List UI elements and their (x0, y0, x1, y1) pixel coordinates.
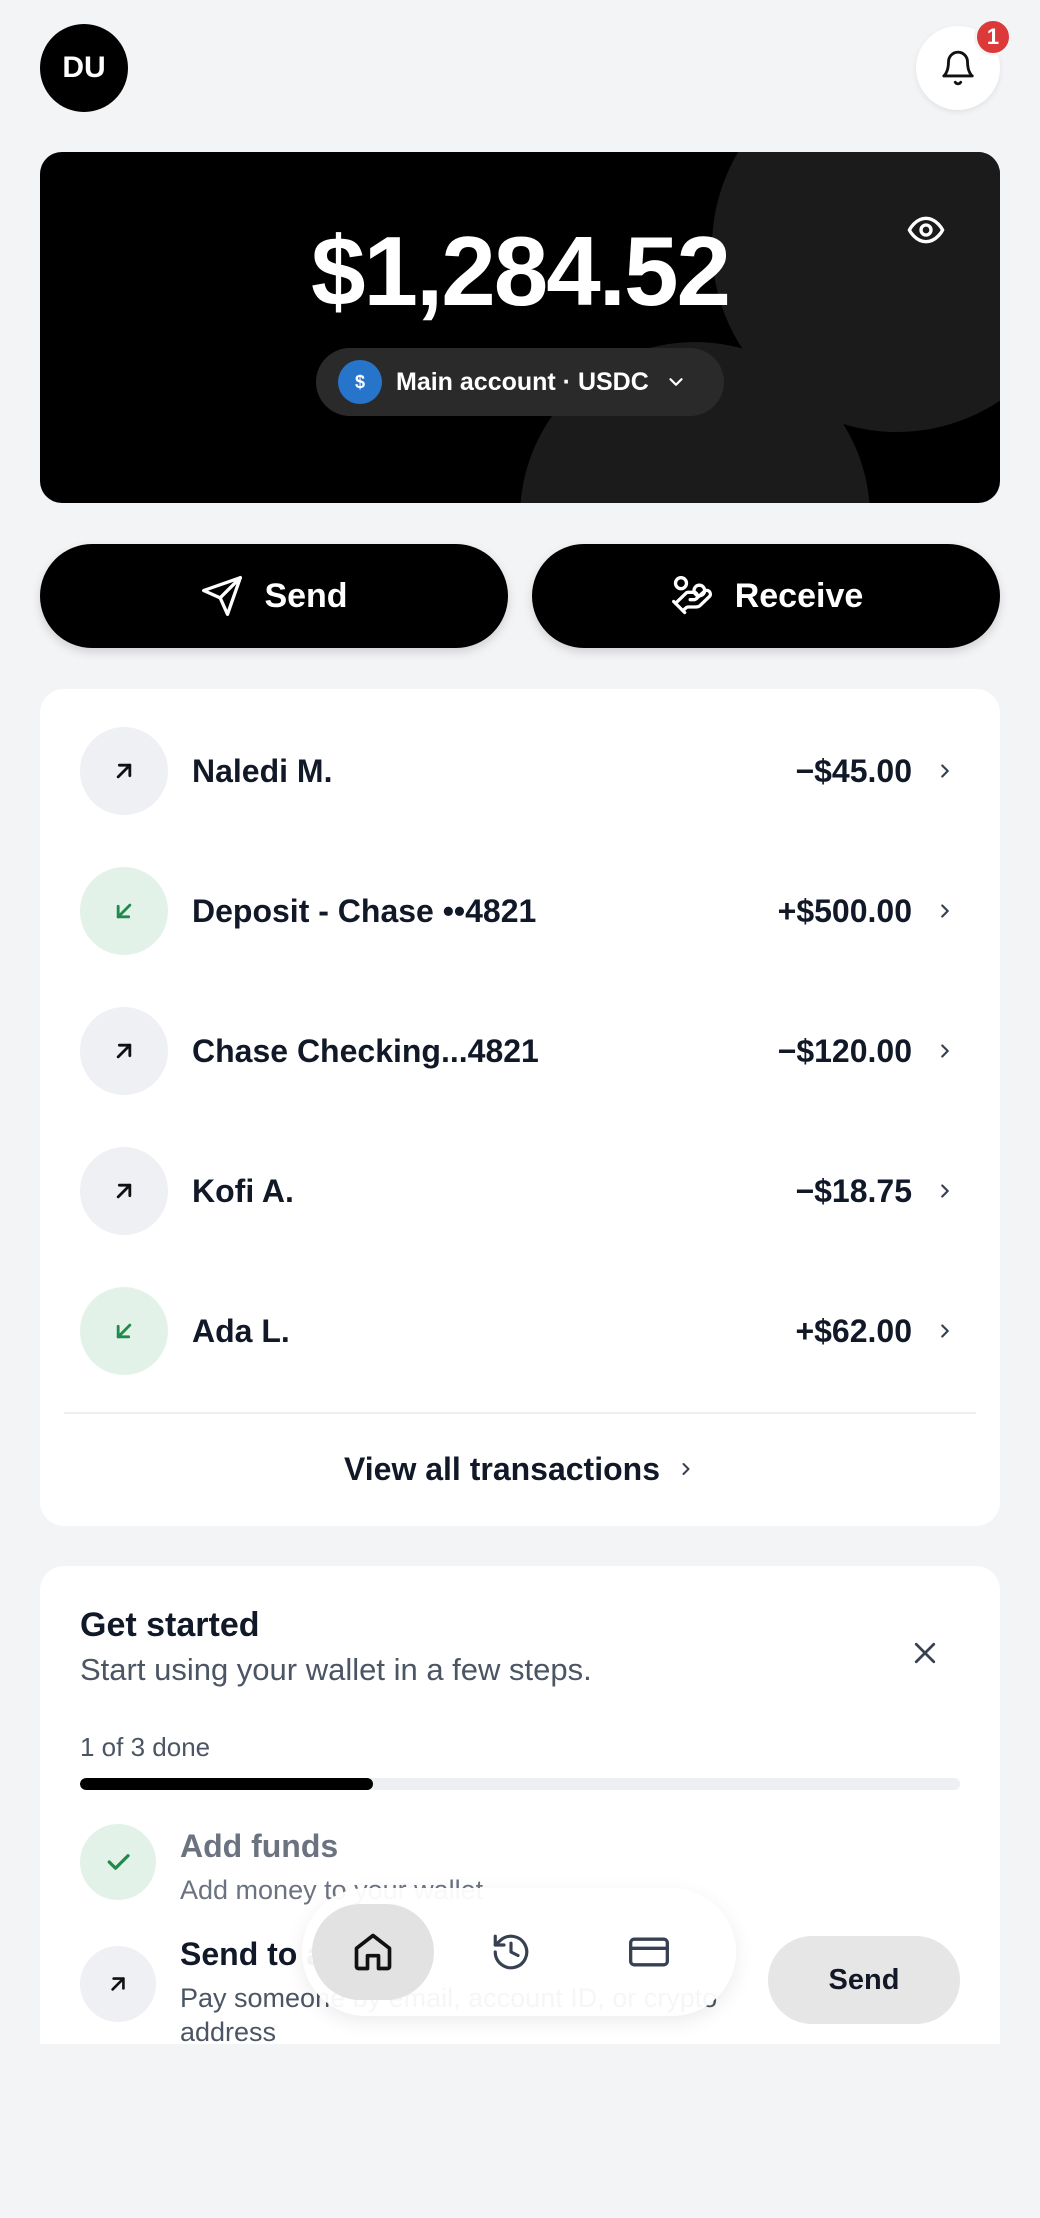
send-icon (202, 576, 243, 616)
chevron-right-icon (930, 1178, 960, 1204)
chevron-right-icon (682, 1463, 690, 1475)
view-all-transactions-link[interactable]: View all transactions (40, 1437, 1000, 1501)
view-all-label: View all transactions (344, 1450, 660, 1487)
nav-home[interactable] (312, 1904, 434, 2000)
close-icon (914, 1642, 936, 1664)
transaction-name: Naledi M. (192, 752, 333, 789)
progress-fill (80, 1778, 374, 1790)
account-label: Main account · USDC (396, 367, 649, 396)
progress-label: 1 of 3 done (80, 1732, 211, 1762)
nav-history[interactable] (450, 1904, 572, 2000)
balance-card: $1,284.52 $ Main account · USDC (40, 152, 1000, 503)
transaction-row[interactable]: Kofi A. −$18.75 (80, 1147, 960, 1235)
outgoing-arrow-icon (80, 1147, 168, 1235)
get-started-subtitle: Start using your wallet in a few steps. (80, 1652, 592, 1687)
nav-cards[interactable] (588, 1904, 710, 2000)
transaction-name: Deposit - Chase ••4821 (192, 892, 537, 929)
transaction-row[interactable]: Deposit - Chase ••4821 +$500.00 (80, 867, 960, 955)
incoming-arrow-icon (80, 867, 168, 955)
get-started-title: Get started (80, 1606, 260, 1644)
transaction-amount: +$500.00 (777, 892, 912, 929)
transaction-row[interactable]: Ada L. +$62.00 (80, 1287, 960, 1375)
send-button-label: Send (264, 576, 348, 615)
balance-amount: $1,284.52 (311, 216, 731, 326)
chevron-right-icon (930, 758, 960, 784)
incoming-arrow-icon (80, 1287, 168, 1375)
send-button[interactable]: Send (40, 544, 508, 648)
transaction-amount: −$120.00 (777, 1032, 912, 1069)
avatar[interactable]: DU (40, 24, 128, 112)
home-icon (354, 1933, 392, 1971)
send-step-button[interactable]: Send (768, 1936, 960, 2024)
transactions-card: Naledi M. −$45.00 Deposit - Chase ••4821… (40, 689, 1000, 1526)
transaction-amount: −$45.00 (795, 752, 912, 789)
chevron-down-icon (665, 371, 687, 393)
transaction-amount: −$18.75 (795, 1172, 912, 1209)
transaction-row[interactable]: Naledi M. −$45.00 (80, 727, 960, 815)
transaction-name: Chase Checking...4821 (192, 1032, 539, 1069)
account-selector[interactable]: $ Main account · USDC (316, 348, 724, 416)
outgoing-arrow-icon (80, 1946, 156, 2022)
chevron-right-icon (930, 1318, 960, 1344)
step-title: Add funds (180, 1828, 339, 1864)
close-button[interactable] (910, 1638, 940, 1668)
transaction-amount: +$62.00 (795, 1312, 912, 1349)
outgoing-arrow-icon (80, 1007, 168, 1095)
bell-icon (942, 50, 974, 86)
header: DU 1 (40, 18, 1012, 112)
progress-bar (80, 1778, 960, 1790)
chevron-right-icon (930, 898, 960, 924)
card-icon (629, 1937, 669, 1967)
transaction-row[interactable]: Chase Checking...4821 −$120.00 (80, 1007, 960, 1095)
notifications-button[interactable]: 1 (916, 18, 1012, 110)
bottom-background (0, 2044, 1040, 2218)
receive-button-label: Receive (734, 576, 864, 615)
usdc-icon: $ (338, 360, 382, 404)
history-icon (493, 1934, 529, 1970)
divider (64, 1412, 976, 1414)
notification-badge: 1 (974, 18, 1012, 56)
chevron-right-icon (930, 1038, 960, 1064)
receive-hand-icon (671, 576, 712, 615)
bottom-nav (302, 1888, 736, 2016)
transaction-name: Ada L. (192, 1312, 290, 1349)
transaction-name: Kofi A. (192, 1172, 294, 1209)
check-icon (80, 1824, 156, 1900)
outgoing-arrow-icon (80, 727, 168, 815)
receive-button[interactable]: Receive (532, 544, 1000, 648)
